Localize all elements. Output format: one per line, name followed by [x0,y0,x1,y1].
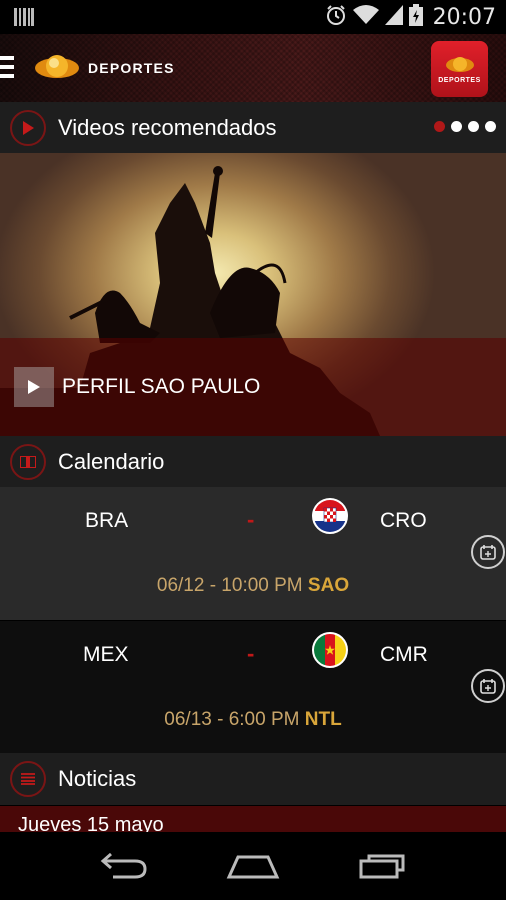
brand-name: DEPORTES [88,60,175,76]
home-team: BRA [85,509,129,532]
alarm-icon [325,4,347,31]
calendar-add-icon [480,545,496,560]
news-list-icon [10,761,46,797]
match-datetime: 06/13 - 6:00 PM NTL [0,709,506,731]
news-date-heading[interactable]: Jueves 15 mayo [0,806,506,832]
back-button[interactable] [94,846,154,886]
calendar-title: Calendario [58,449,165,474]
carousel-dot[interactable] [451,121,462,132]
status-bar: 20:07 [0,0,506,34]
match-venue: NTL [304,709,342,730]
video-thumbnail[interactable]: PERFIL SAO PAULO [0,153,506,436]
app-badge[interactable]: DEPORTES [431,41,488,97]
badge-label: DEPORTES [438,76,481,84]
videos-title: Videos recomendados [58,115,277,140]
add-to-calendar-button[interactable] [471,535,505,569]
televisa-logo-icon [35,55,79,78]
badge-logo-icon [445,56,474,72]
play-icon [28,380,40,394]
home-button[interactable] [223,846,283,886]
croatia-flag-icon [312,498,348,534]
back-icon [101,853,147,879]
brand-logo[interactable]: DEPORTES [34,53,175,83]
recents-icon [359,854,405,879]
carousel-dot[interactable] [434,121,445,132]
score-separator: - [247,641,255,666]
home-team: MEX [83,643,129,666]
status-time: 20:07 [432,5,496,30]
play-circle-icon [10,110,46,146]
home-icon [226,855,280,879]
app-bar: DEPORTES DEPORTES [0,34,506,102]
add-to-calendar-button[interactable] [471,669,505,703]
carousel-dot[interactable] [468,121,479,132]
video-play-button[interactable] [14,367,54,407]
away-team: CRO [380,509,427,532]
carousel-dot[interactable] [485,121,496,132]
match-datetime: 06/12 - 10:00 PM SAO [0,575,506,597]
match-date-text: 06/12 - 10:00 PM [156,575,303,596]
cameroon-flag-icon [312,632,348,668]
match-venue: SAO [307,575,350,596]
signal-icon [384,5,403,30]
away-team: CMR [380,643,428,666]
system-nav-bar [0,832,506,900]
recents-button[interactable] [352,846,412,886]
match-row[interactable]: MEX - CMR 06/13 - 6:00 PM NTL [0,620,506,753]
menu-icon[interactable] [0,56,14,80]
news-header: Noticias [0,753,506,805]
news-title: Noticias [58,766,137,791]
calendar-icon [10,444,46,480]
news-date-text: Jueves 15 mayo [18,814,164,832]
videos-header: Videos recomendados [0,102,506,154]
calendar-add-icon [480,679,496,694]
barcode-icon [14,8,34,31]
match-row[interactable]: BRA - CRO 06/12 - 10:00 PM SAO [0,487,506,620]
video-title: PERFIL SAO PAULO [62,375,261,398]
match-date-text: 06/13 - 6:00 PM [164,709,300,730]
score-separator: - [247,507,255,532]
battery-charging-icon [408,4,423,31]
wifi-icon [352,5,379,30]
calendar-header: Calendario [0,436,506,488]
carousel-dots [434,121,496,132]
